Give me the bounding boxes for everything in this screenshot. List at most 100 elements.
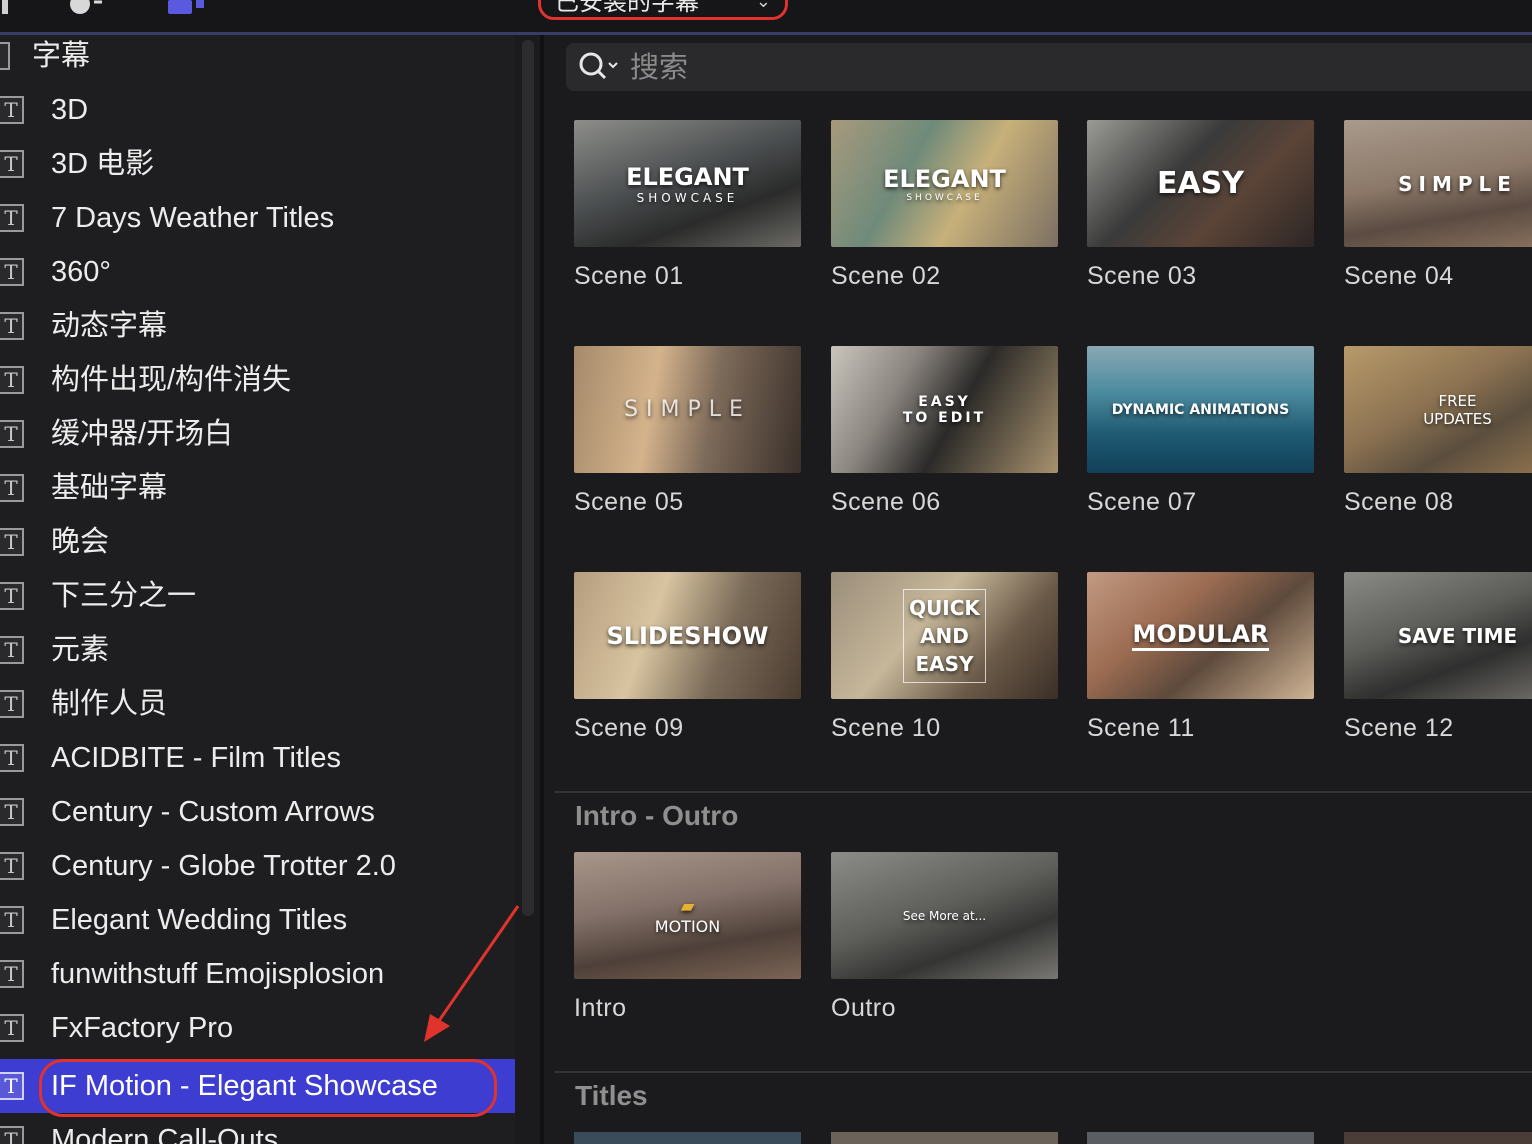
sidebar-item-label: FxFactory Pro: [51, 1012, 234, 1044]
title-icon: T: [0, 1014, 24, 1042]
music-icon[interactable]: [64, 0, 104, 16]
sidebar-item-label: 基础字幕: [51, 472, 168, 504]
sidebar-item-century-globe[interactable]: T Century - Globe Trotter 2.0: [0, 839, 515, 893]
title-icon: T: [0, 528, 24, 556]
sidebar-item-basic-titles[interactable]: T 基础字幕: [0, 461, 515, 515]
scene-name: Scene 10: [831, 714, 941, 742]
scene-thumbnail: ELEGANT SHOWCASE: [574, 120, 801, 247]
chevron-down-icon: ⌄: [755, 0, 771, 12]
sidebar-item-wedding-titles[interactable]: T Elegant Wedding Titles: [0, 893, 515, 947]
search-input[interactable]: [628, 47, 1512, 89]
thumb-title: EASY: [1156, 166, 1245, 201]
title-icon: T: [0, 366, 24, 394]
title-icon: T: [0, 744, 24, 772]
thumb-title: SIMPLE: [1398, 171, 1517, 196]
titles-icon[interactable]: [164, 0, 208, 16]
title-browser-grid: ELEGANT SHOWCASE Scene 01 ELEGANT SHOWCASE…: [544, 100, 1532, 1144]
scene-thumbnail: SLIDESHOW: [574, 572, 801, 699]
scene-name: Scene 04: [1344, 262, 1454, 290]
sidebar-item-label: 制作人员: [51, 688, 168, 720]
sidebar-item-titles[interactable]: 字幕: [0, 35, 515, 83]
sidebar-item-acidbite[interactable]: T ACIDBITE - Film Titles: [0, 731, 515, 785]
title-icon: T: [0, 96, 24, 124]
search-icon[interactable]: [576, 49, 620, 85]
thumb-title: SIMPLE: [624, 397, 751, 422]
sidebar-item-build-in-out[interactable]: T 构件出现/构件消失: [0, 353, 515, 407]
title-icon: T: [0, 960, 24, 988]
toolbar-icon-left[interactable]: [0, 0, 12, 16]
title-icon: T: [0, 852, 24, 880]
sidebar-item-label: 7 Days Weather Titles: [51, 202, 335, 234]
scene-thumbnail: FREE UPDATES: [1344, 346, 1532, 473]
top-toolbar: 已安装的字幕 ⌄: [0, 0, 1532, 35]
title-icon: [0, 42, 10, 70]
scene-name: Scene 03: [1087, 262, 1197, 290]
search-bar[interactable]: [566, 43, 1532, 91]
thumb-title: QUICK AND EASY: [903, 588, 986, 683]
sidebar-item-label: Century - Globe Trotter 2.0: [51, 850, 396, 882]
sidebar-item-weather-titles[interactable]: T 7 Days Weather Titles: [0, 191, 515, 245]
scene-thumbnail: DYNAMIC ANIMATIONS: [1087, 346, 1314, 473]
thumb-title: MODULAR: [1132, 620, 1269, 651]
scene-thumbnail: MODULAR: [1087, 572, 1314, 699]
scene-name: Scene 06: [831, 488, 941, 516]
sidebar-item-bumper-opener[interactable]: T 缓冲器/开场白: [0, 407, 515, 461]
title-icon: T: [0, 1126, 24, 1144]
sidebar-item-label: funwithstuff Emojisplosion: [51, 958, 385, 990]
intro-thumbnail: ▰ MOTION: [574, 852, 801, 979]
title-icon: T: [0, 474, 24, 502]
section-title-titles: Titles: [575, 1080, 648, 1111]
installed-titles-label: 已安装的字幕: [555, 0, 699, 16]
thumb-title: EASY TO EDIT: [902, 393, 987, 426]
scene-name: Scene 07: [1087, 488, 1197, 516]
sidebar-item-party[interactable]: T 晚会: [0, 515, 515, 569]
sidebar-item-lower-thirds[interactable]: T 下三分之一: [0, 569, 515, 623]
sidebar-item-360[interactable]: T 360°: [0, 245, 515, 299]
title-icon: T: [0, 150, 24, 178]
sidebar-item-3d[interactable]: T 3D: [0, 83, 515, 137]
sidebar-item-emojisplosion[interactable]: Tfunwithstuff Emojisplosion: [0, 947, 515, 1001]
thumb-title: SLIDESHOW: [606, 621, 769, 650]
sidebar-item-3d-movie[interactable]: T 3D 电影: [0, 137, 515, 191]
title-thumbnail-partial[interactable]: [1087, 1132, 1314, 1144]
sidebar-item-elements[interactable]: T 元素: [0, 623, 515, 677]
sidebar-item-label: 3D 电影: [51, 148, 155, 180]
thumb-title: ELEGANT: [883, 164, 1006, 193]
section-divider: [554, 791, 1532, 793]
title-thumbnail-partial[interactable]: [574, 1132, 801, 1144]
sidebar-item-if-motion-elegant-showcase[interactable]: T IF Motion - Elegant Showcase: [0, 1059, 515, 1113]
sidebar-item-label: IF Motion - Elegant Showcase: [51, 1070, 438, 1102]
sidebar: 字幕 T 3D T 3D 电影 T 7 Days Weather Titles T 36…: [0, 35, 515, 1144]
installed-titles-dropdown[interactable]: 已安装的字幕 ⌄: [538, 0, 788, 20]
thumb-title: DYNAMIC ANIMATIONS: [1111, 401, 1290, 418]
thumb-title: See More at...: [902, 908, 987, 923]
scene-name: Scene 09: [574, 714, 684, 742]
sidebar-item-modern-callouts[interactable]: T Modern Call-Outs: [0, 1113, 515, 1144]
scene-name: Scene 02: [831, 262, 941, 290]
sidebar-item-label: 下三分之一: [51, 580, 197, 612]
title-icon: T: [0, 690, 24, 718]
thumb-title: ELEGANT: [626, 162, 749, 191]
title-thumbnail-partial[interactable]: [1344, 1132, 1532, 1144]
title-icon: T: [0, 312, 24, 340]
thumb-title: MOTION: [654, 916, 721, 936]
sidebar-item-credits[interactable]: T 制作人员: [0, 677, 515, 731]
title-icon: T: [0, 258, 24, 286]
sidebar-item-century-arrows[interactable]: T Century - Custom Arrows: [0, 785, 515, 839]
title-icon: T: [0, 1072, 24, 1100]
outro-name: Outro: [831, 994, 897, 1022]
sidebar-item-dynamic-titles[interactable]: T 动态字幕: [0, 299, 515, 353]
sidebar-item-label: 构件出现/构件消失: [51, 364, 292, 396]
title-icon: T: [0, 906, 24, 934]
title-icon: T: [0, 582, 24, 610]
intro-name: Intro: [574, 994, 627, 1022]
sidebar-item-fxfactory[interactable]: T FxFactory Pro: [0, 1001, 515, 1055]
scene-name: Scene 08: [1344, 488, 1454, 516]
sidebar-item-label: Century - Custom Arrows: [51, 796, 375, 828]
sidebar-scrollbar[interactable]: [522, 40, 534, 916]
title-thumbnail-partial[interactable]: [831, 1132, 1058, 1144]
section-title-intro-outro: Intro - Outro: [575, 800, 739, 831]
section-divider: [554, 1071, 1532, 1073]
sidebar-item-label: ACIDBITE - Film Titles: [51, 742, 342, 774]
title-icon: T: [0, 420, 24, 448]
